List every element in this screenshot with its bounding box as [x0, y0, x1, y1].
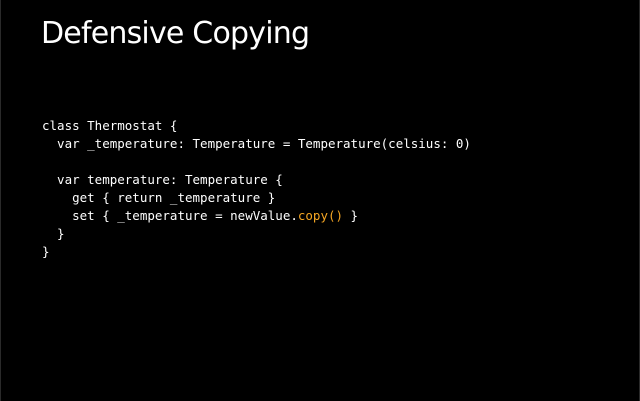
code-line: class Thermostat { — [42, 117, 471, 135]
code-text: } — [42, 226, 65, 241]
code-block: class Thermostat { var _temperature: Tem… — [42, 117, 471, 261]
code-line: } — [42, 225, 471, 243]
code-text: var temperature: Temperature { — [42, 172, 283, 187]
code-line: set { _temperature = newValue.copy() } — [42, 207, 471, 225]
code-text: var _temperature: Temperature = Temperat… — [42, 136, 471, 151]
slide: Defensive Copying class Thermostat { var… — [0, 0, 640, 401]
code-line: } — [42, 243, 471, 261]
code-line: var _temperature: Temperature = Temperat… — [42, 135, 471, 153]
code-highlight-copy-call: copy() — [297, 208, 344, 223]
code-line: get { return _temperature } — [42, 189, 471, 207]
slide-title: Defensive Copying — [41, 16, 310, 51]
code-line: var temperature: Temperature { — [42, 171, 471, 189]
code-text: } — [42, 244, 50, 259]
code-text: set { _temperature = newValue. — [42, 208, 298, 223]
code-text: } — [343, 208, 359, 223]
code-text: get { return _temperature } — [42, 190, 276, 205]
code-text: class Thermostat { — [42, 118, 178, 133]
